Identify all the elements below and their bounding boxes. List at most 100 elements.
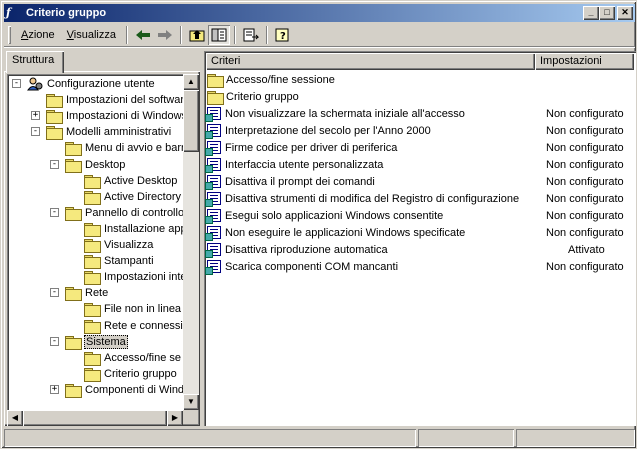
folder-icon: [84, 367, 101, 382]
folder-icon: [84, 239, 101, 253]
folder-icon: [84, 255, 101, 270]
maximize-button[interactable]: □: [599, 6, 615, 20]
tree-item[interactable]: Rete e connessi: [84, 318, 183, 334]
menu-azione[interactable]: Azione: [15, 27, 61, 43]
menu-azione-rest: zione: [28, 28, 55, 41]
tree-item[interactable]: Stampanti: [84, 253, 155, 270]
column-header-impostazioni[interactable]: Impostazioni: [535, 53, 634, 70]
tree-item[interactable]: Pannello di controllo: [65, 205, 183, 221]
tree-item[interactable]: Sistema: [65, 334, 128, 350]
folder-icon: [84, 190, 101, 205]
tree-item[interactable]: Criterio gruppo: [84, 366, 178, 382]
list-item[interactable]: Disattiva riproduzione automatica Attivat…: [205, 241, 633, 258]
scroll-down-button[interactable]: ▼: [183, 394, 199, 410]
folder-icon: [84, 174, 101, 189]
folder-open-icon: [65, 335, 82, 350]
tree-item[interactable]: Modelli amministrativi: [46, 124, 172, 141]
folder-icon: [46, 126, 63, 141]
tree-view[interactable]: Configurazione utente - Impostazioni del s…: [7, 74, 183, 410]
close-button[interactable]: ✕: [617, 6, 633, 20]
list-item[interactable]: Non eseguire le applicazioni Windows spe…: [205, 224, 633, 241]
folder-up-icon[interactable]: [186, 25, 208, 45]
scroll-up-button[interactable]: ▲: [183, 74, 199, 90]
folder-icon: [207, 73, 224, 88]
status-cell-2: [418, 429, 514, 447]
list-item[interactable]: Esegui solo applicazioni Windows consent…: [205, 207, 633, 224]
tree-item[interactable]: Menu di avvio e barr: [65, 140, 183, 157]
tab-struttura[interactable]: Struttura: [6, 51, 64, 73]
column-header-criteri[interactable]: Criteri: [206, 53, 535, 70]
tree-item[interactable]: Accesso/fine se: [84, 350, 182, 366]
tree-item[interactable]: Componenti di Windo: [65, 382, 183, 398]
policy-setting-icon: [205, 260, 221, 275]
folder-icon: [84, 271, 101, 286]
list-item[interactable]: Interpretazione del secolo per l'Anno 20…: [205, 122, 633, 139]
policy-status: Non configurato: [546, 124, 624, 137]
arrow-left-icon[interactable]: [132, 25, 154, 45]
tree-item[interactable]: Active Directory: [84, 189, 182, 205]
list-item[interactable]: Interfaccia utente personalizzata Non con…: [205, 156, 633, 173]
collapse-toggle[interactable]: -: [12, 79, 21, 88]
collapse-toggle[interactable]: -: [50, 288, 59, 298]
window-title: Criterio gruppo: [26, 7, 107, 19]
tree-item-label: Installazione app: [104, 222, 183, 235]
collapse-toggle[interactable]: -: [50, 207, 59, 217]
folder-icon: [207, 90, 224, 105]
list-item[interactable]: Non visualizzare la schermata iniziale a…: [205, 105, 633, 122]
help-icon[interactable]: ?: [272, 25, 294, 45]
tree-item-label: Accesso/fine se: [104, 351, 182, 364]
list-item[interactable]: Criterio gruppo: [207, 88, 633, 105]
tree-item[interactable]: Desktop: [65, 157, 126, 173]
tree-item-label: Rete e connessi: [104, 319, 183, 332]
tree-item[interactable]: Rete: [65, 285, 109, 302]
tree-item-label: Pannello di controllo: [85, 206, 183, 219]
policy-setting-icon: [205, 124, 221, 139]
minimize-button[interactable]: _: [583, 6, 599, 20]
collapse-toggle[interactable]: -: [31, 127, 40, 137]
tree-item[interactable]: Visualizza: [84, 237, 154, 253]
policy-status: Non configurato: [546, 192, 624, 205]
scroll-right-button[interactable]: ▶: [167, 410, 183, 426]
details-pane: Criteri Impostazioni Accesso/fine sessio…: [204, 51, 636, 426]
policy-status: Non configurato: [546, 175, 624, 188]
scroll-thumb[interactable]: [183, 90, 199, 152]
list-item[interactable]: Disattiva strumenti di modifica del Regi…: [205, 190, 633, 207]
list-item[interactable]: Firme codice per driver di periferica Non…: [205, 139, 633, 156]
policy-status: Attivato: [568, 243, 605, 256]
arrow-right-icon[interactable]: [154, 25, 176, 45]
tree-item[interactable]: Impostazioni inte: [84, 269, 183, 286]
tree-item-label: Active Desktop: [104, 174, 178, 187]
user-config-icon: [27, 77, 43, 91]
tree-item[interactable]: Impostazioni del software: [46, 92, 183, 109]
tree-horizontal-scrollbar[interactable]: ◀ ▶: [7, 410, 183, 426]
tree-item-label: Impostazioni di Windows: [66, 110, 183, 123]
tree-item[interactable]: Active Desktop: [84, 173, 178, 189]
tree-item-label: Componenti di Windo: [85, 383, 183, 396]
export-list-icon[interactable]: [240, 25, 262, 45]
policy-status: Non configurato: [546, 209, 624, 222]
tree-vertical-scrollbar[interactable]: ▲ ▼: [183, 74, 199, 410]
tree-item[interactable]: File non in linea: [84, 301, 182, 318]
collapse-toggle[interactable]: -: [50, 336, 59, 346]
tree-item[interactable]: Impostazioni di Windows: [46, 108, 183, 125]
policy-status: Non configurato: [546, 107, 624, 120]
tree-item-label: Modelli amministrativi: [66, 126, 172, 139]
list-item[interactable]: Disattiva il prompt dei comandi Non confi…: [205, 173, 633, 190]
tree-item[interactable]: Configurazione utente: [27, 76, 156, 92]
show-hide-tree-icon[interactable]: [207, 24, 230, 45]
tree-item[interactable]: Installazione app: [84, 221, 183, 237]
policy-status: Non configurato: [546, 226, 624, 239]
expand-toggle[interactable]: +: [31, 111, 40, 121]
collapse-toggle[interactable]: -: [50, 159, 59, 169]
menu-visualizza[interactable]: Visualizza: [61, 27, 122, 43]
list-item[interactable]: Accesso/fine sessione: [207, 71, 633, 88]
title-bar[interactable]: ƒ Criterio gruppo _ □ ✕: [4, 4, 635, 22]
hscroll-thumb[interactable]: [23, 410, 167, 426]
toolbar-separator: [234, 26, 236, 44]
scroll-left-button[interactable]: ◀: [7, 410, 23, 426]
expand-toggle[interactable]: +: [50, 384, 59, 394]
tree-item-label: Menu di avvio e barr: [85, 142, 183, 155]
policy-setting-icon: [205, 107, 221, 122]
list-item[interactable]: Scarica componenti COM mancanti Non confi…: [205, 258, 633, 275]
tree-item-label: Criterio gruppo: [104, 367, 177, 380]
